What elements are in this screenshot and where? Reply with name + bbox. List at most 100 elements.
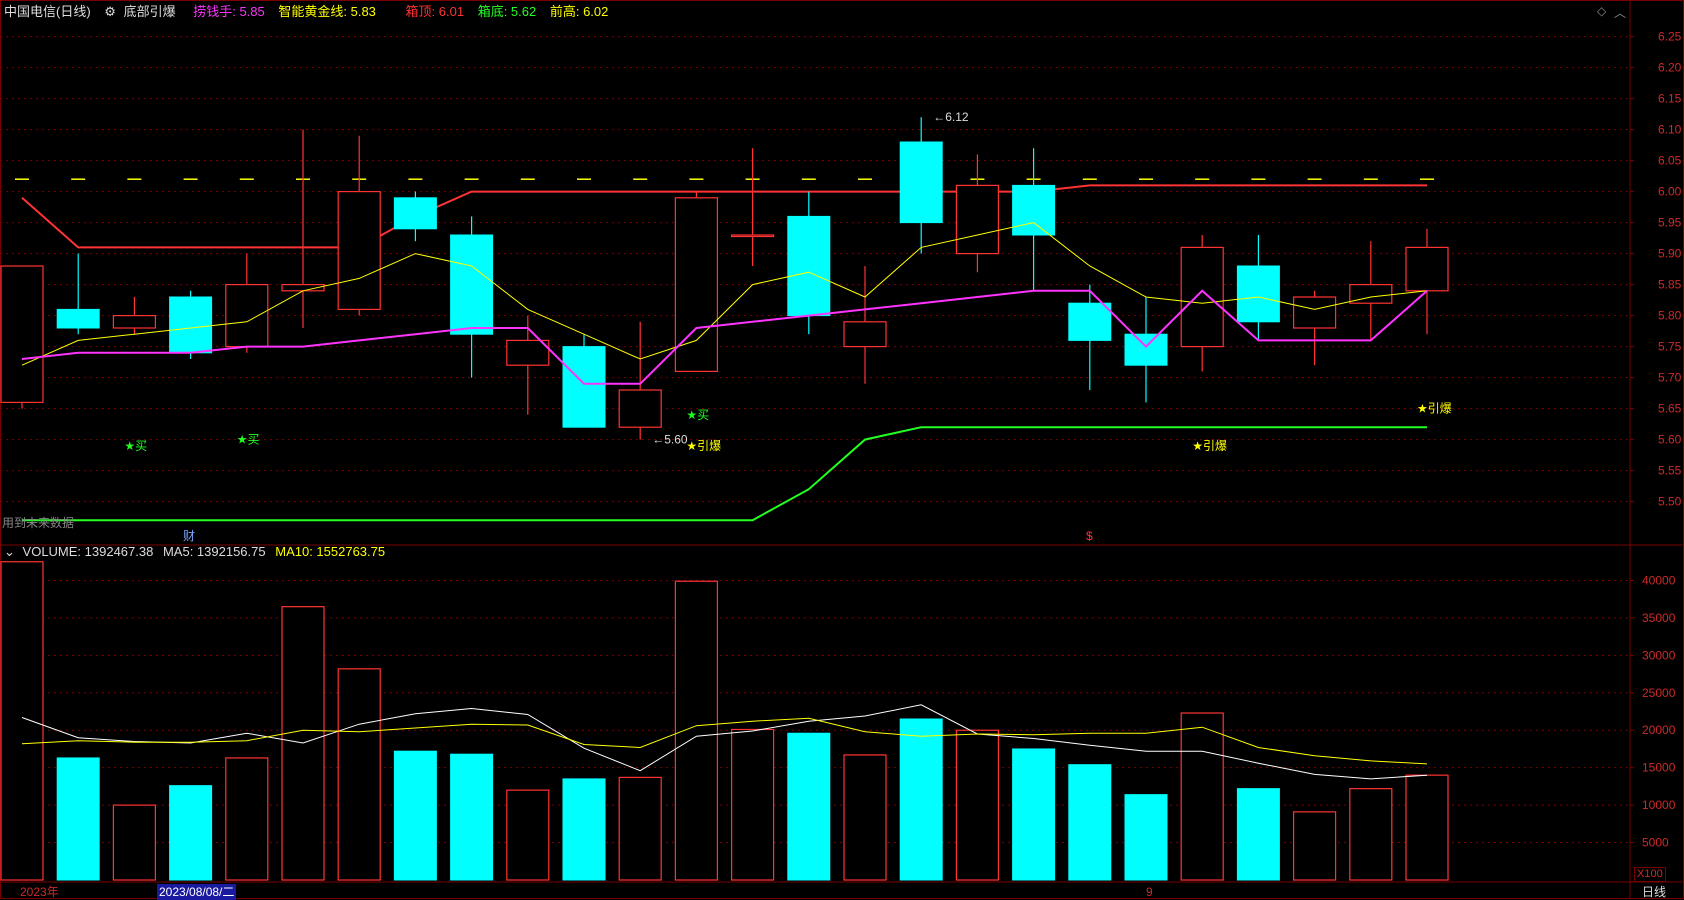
indicator-value-prev-high: 前高: 6.02 <box>549 4 609 19</box>
signal-label: ★买 <box>124 439 147 453</box>
price-tick-label: 5.65 <box>1658 402 1682 416</box>
signal-label: ★买 <box>237 433 260 447</box>
volume-bar-up <box>337 668 381 881</box>
volume-bar-up <box>1180 712 1224 881</box>
volume-bar-up <box>618 776 662 881</box>
volume-bar-down <box>169 785 213 881</box>
signal-label: ★引爆 <box>1417 402 1452 416</box>
candle-body-down <box>169 296 213 354</box>
volume-bar-down <box>562 778 606 881</box>
candle-body-up <box>225 284 269 348</box>
kline-chart-canvas[interactable]: 5.50 5.55 5.60 5.65 5.70 5.75 5.80 5.85 5.90 5.95… <box>0 0 1684 899</box>
volume-tick-label: 20000 <box>1642 723 1676 737</box>
volume-bar-down <box>450 753 494 881</box>
indicator-settings-icon[interactable]: ⚙ <box>104 4 116 19</box>
volume-value[interactable]: VOLUME: 1392467.38 <box>23 544 154 559</box>
year-label: 2023年 <box>20 885 59 899</box>
volume-bar-down <box>787 732 831 881</box>
signal-label: ★买 <box>686 408 709 422</box>
candle-body-up <box>0 265 44 403</box>
volume-ma10-value: MA10: 1552763.75 <box>275 544 386 559</box>
candle-body-up <box>1405 246 1449 292</box>
candle-body-up <box>843 321 887 348</box>
volume-bar-up <box>955 729 1000 881</box>
volume-tick-label: 40000 <box>1642 573 1676 587</box>
volume-bar-up <box>730 728 775 881</box>
indicator-value-box-bottom: 箱底: 5.62 <box>477 4 537 19</box>
dividend-marker[interactable]: $ <box>1086 528 1093 544</box>
volume-bar-down <box>1124 794 1168 881</box>
future-data-label: 用到未来数据 <box>2 516 75 530</box>
price-tick-label: 5.60 <box>1658 433 1682 447</box>
price-tick-label: 5.70 <box>1658 371 1682 385</box>
candle-body-up <box>618 389 662 428</box>
volume-bar-up <box>0 561 44 881</box>
indicator-value-golden-line: 智能黄金线: 5.83 <box>278 4 376 19</box>
signal-label: ★引爆 <box>686 439 721 453</box>
price-tick-label: 6.10 <box>1658 123 1682 137</box>
volume-tick-label: 5000 <box>1642 836 1669 850</box>
candle-body-down <box>1124 333 1168 366</box>
volume-bar-down <box>1068 764 1112 881</box>
candle-body-down <box>1012 184 1056 236</box>
price-tick-label: 6.20 <box>1658 61 1682 75</box>
volume-ma5-value: MA5: 1392156.75 <box>162 544 266 559</box>
candle-body-down <box>450 234 494 335</box>
volume-bar-down <box>393 750 437 881</box>
volume-bar-down <box>56 757 100 881</box>
volume-bar-down <box>899 718 943 881</box>
volume-bar-up <box>1292 811 1337 881</box>
candle-body-down <box>393 197 437 230</box>
volume-bar-down <box>1236 788 1280 881</box>
main-chart-header: 中国电信(日线) ⚙ 底部引爆 捞钱手: 5.85 智能黄金线: 5.83 箱顶… <box>4 4 618 20</box>
volume-bar-up <box>1349 788 1393 881</box>
volume-tick-label: 25000 <box>1642 686 1676 700</box>
price-tick-label: 6.05 <box>1658 154 1682 168</box>
price-tick-label: 5.80 <box>1658 309 1682 323</box>
candle-body-up <box>112 315 157 329</box>
candle-body-down <box>1236 265 1280 323</box>
volume-tick-label: 35000 <box>1642 611 1676 625</box>
candle-body-down <box>56 308 100 329</box>
diamond-icon[interactable]: ◇ <box>1597 4 1606 18</box>
volume-bar-up <box>843 754 887 881</box>
price-tick-label: 5.90 <box>1658 247 1682 261</box>
price-tick-label: 5.75 <box>1658 340 1682 354</box>
indicator-name[interactable]: 底部引爆 <box>124 4 176 19</box>
volume-bar-up <box>674 580 719 881</box>
candle-body-up <box>955 184 1000 255</box>
price-tick-label: 5.85 <box>1658 278 1682 292</box>
price-tick-label: 6.15 <box>1658 92 1682 106</box>
month-label: 9 <box>1146 885 1153 899</box>
volume-bar-down <box>1012 748 1056 881</box>
volume-multiplier-label: X100 <box>1634 867 1666 882</box>
volume-bar-up <box>112 804 157 881</box>
box-top-series <box>21 184 1427 249</box>
chevron-up-icon[interactable]: ︿ <box>1614 4 1626 21</box>
candle-body-up <box>730 234 775 238</box>
candle-body-up <box>506 339 550 366</box>
price-tick-label: 5.50 <box>1658 495 1682 509</box>
candle-body-down <box>899 141 943 224</box>
price-tick-label: 6.00 <box>1658 185 1682 199</box>
volume-bar-up <box>1405 774 1449 881</box>
indicator-value-box-top: 箱顶: 6.01 <box>405 4 465 19</box>
price-extreme-label: ←6.12 <box>933 110 969 124</box>
price-tick-label: 6.25 <box>1658 30 1682 44</box>
indicator-value-laoqianshou: 捞钱手: 5.85 <box>193 4 265 19</box>
volume-bar-up <box>225 757 269 881</box>
volume-bar-up <box>506 789 550 881</box>
stock-name[interactable]: 中国电信(日线) <box>4 4 91 19</box>
period-selector[interactable]: 日线 <box>1642 884 1666 900</box>
volume-tick-label: 15000 <box>1642 761 1676 775</box>
financial-report-marker[interactable]: 财 <box>183 528 195 544</box>
price-tick-label: 5.95 <box>1658 216 1682 230</box>
candle-body-up <box>337 191 381 311</box>
volume-tick-label: 10000 <box>1642 798 1676 812</box>
candle-body-down <box>787 215 831 317</box>
volume-header: ⌄ VOLUME: 1392467.38 MA5: 1392156.75 MA1… <box>4 544 395 560</box>
price-tick-label: 5.55 <box>1658 464 1682 478</box>
volume-tick-label: 30000 <box>1642 648 1676 662</box>
collapse-icon[interactable]: ⌄ <box>4 544 15 559</box>
cursor-date-label: 2023/08/08/二 <box>157 884 237 900</box>
